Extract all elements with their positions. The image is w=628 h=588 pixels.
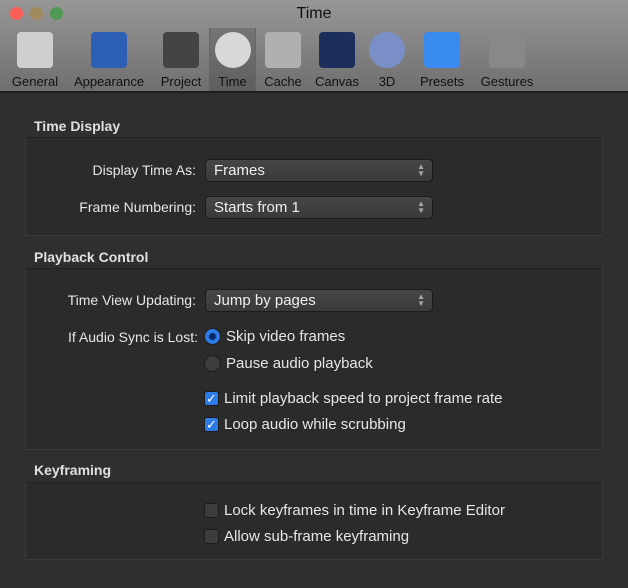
chevron-updown-icon: ▲ ▼ [417, 199, 425, 215]
option-label: Skip video frames [226, 328, 346, 345]
checkmark-icon: ✓ [204, 417, 219, 432]
frame-numbering-popup[interactable]: Starts from 1 ▲ ▼ [205, 196, 433, 219]
option-label: Loop audio while scrubbing [224, 416, 406, 433]
popup-value: Jump by pages [214, 292, 316, 309]
option-label: Limit playback speed to project frame ra… [224, 390, 503, 407]
project-icon [163, 32, 199, 68]
chevron-updown-icon: ▲ ▼ [417, 292, 425, 308]
playback-heading: Playback Control [34, 249, 149, 265]
toolbar-tab-project[interactable]: Project [155, 28, 207, 91]
gestures-icon [489, 32, 525, 68]
checkbox-icon [204, 529, 219, 544]
frame-numbering-label: Frame Numbering: [79, 199, 196, 215]
option-label: Allow sub-frame keyframing [224, 528, 410, 545]
toolbar-tab-label: Presets [419, 74, 465, 89]
window-title: Time [296, 5, 332, 22]
popup-value: Starts from 1 [214, 199, 300, 216]
toolbar-tab-time[interactable]: Time [209, 28, 256, 91]
popup-value: Frames [214, 162, 265, 179]
keyframing-group [25, 482, 603, 560]
time-view-popup[interactable]: Jump by pages ▲ ▼ [205, 289, 433, 312]
toolbar-tab-gestures[interactable]: Gestures [474, 28, 540, 91]
toolbar-tab-presets[interactable]: Presets [414, 28, 470, 91]
radio-icon [204, 355, 221, 372]
lock-keyframes-checkbox[interactable]: Lock keyframes in time in Keyframe Edito… [204, 502, 505, 519]
audio-sync-label: If Audio Sync is Lost: [68, 329, 198, 345]
presets-icon [424, 32, 460, 68]
display-time-as-label: Display Time As: [92, 162, 196, 178]
general-icon [17, 32, 53, 68]
appearance-icon [91, 32, 127, 68]
display-time-as-popup[interactable]: Frames ▲ ▼ [205, 159, 433, 182]
time-display-group [25, 137, 603, 236]
toolbar-tab-label: Gestures [480, 74, 534, 89]
radio-pause-audio[interactable]: Pause audio playback [204, 355, 373, 372]
toolbar-tab-label: Time [218, 74, 247, 89]
toolbar-tab-label: General [11, 74, 59, 89]
toolbar-tab-3d[interactable]: 3D [368, 28, 406, 91]
toolbar-tab-general[interactable]: General [6, 28, 64, 91]
toolbar-tab-canvas[interactable]: Canvas [309, 28, 365, 91]
toolbar-tab-label: Cache [264, 74, 302, 89]
canvas-icon [319, 32, 355, 68]
checkmark-icon: ✓ [204, 391, 219, 406]
cache-icon [265, 32, 301, 68]
time-view-label: Time View Updating: [67, 292, 196, 308]
radio-selected-icon [204, 328, 221, 345]
toolbar: Time General Appearance Project Time Cache Ca… [0, 0, 628, 93]
toolbar-tab-label: Canvas [314, 74, 360, 89]
toolbar-tab-cache[interactable]: Cache [258, 28, 308, 91]
loop-audio-checkbox[interactable]: ✓ Loop audio while scrubbing [204, 416, 406, 433]
time-display-heading: Time Display [34, 118, 121, 134]
toolbar-tab-label: Appearance [73, 74, 145, 89]
chevron-updown-icon: ▲ ▼ [417, 162, 425, 178]
3d-icon [369, 32, 405, 68]
toolbar-tab-label: Project [160, 74, 202, 89]
limit-speed-checkbox[interactable]: ✓ Limit playback speed to project frame r… [204, 390, 502, 407]
radio-skip-video[interactable]: Skip video frames [204, 328, 345, 345]
toolbar-tab-label: 3D [378, 74, 396, 89]
keyframing-heading: Keyframing [34, 462, 112, 478]
option-label: Pause audio playback [226, 355, 373, 372]
subframe-checkbox[interactable]: Allow sub-frame keyframing [204, 528, 409, 545]
checkbox-icon [204, 503, 219, 518]
toolbar-tab-appearance[interactable]: Appearance [68, 28, 150, 91]
option-label: Lock keyframes in time in Keyframe Edito… [224, 502, 505, 519]
time-icon [214, 32, 251, 68]
